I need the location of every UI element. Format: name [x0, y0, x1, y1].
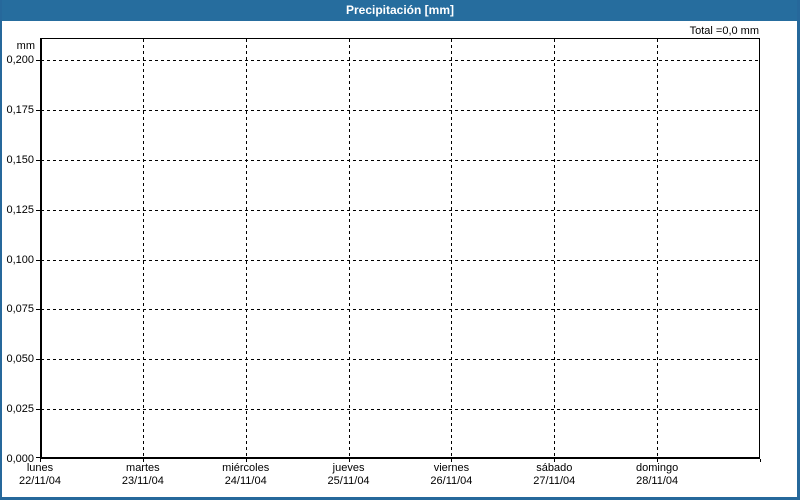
chart-window: Precipitación [mm] Total =0,0 mm mm 0,00… [0, 0, 800, 500]
x-day-label: martes [126, 462, 160, 474]
x-date-label: 24/11/04 [224, 475, 267, 487]
chart-title-bar: Precipitación [mm] [2, 0, 797, 21]
x-day-label: lunes [26, 462, 54, 474]
y-axis-unit-label: mm [16, 40, 35, 52]
x-date-label: 23/11/04 [121, 475, 164, 487]
x-day-label: miércoles [222, 462, 270, 474]
x-axis-tick [657, 459, 659, 462]
x-day-label: jueves [332, 462, 365, 474]
x-axis-tick [142, 459, 144, 462]
x-date-label: 28/11/04 [636, 475, 679, 487]
x-axis-tick [245, 459, 247, 462]
y-tick-label: 0,100 [6, 253, 34, 266]
y-tick-label: 0,125 [6, 203, 34, 216]
x-date-label: 22/11/04 [18, 475, 61, 487]
y-tick-label: 0,025 [6, 403, 34, 416]
x-axis-tick [451, 459, 453, 462]
x-date-label: 27/11/04 [533, 475, 576, 487]
x-date-label: 25/11/04 [327, 475, 370, 487]
x-axis-tick [554, 459, 556, 462]
y-tick-label: 0,000 [6, 453, 34, 465]
x-day-label: domingo [636, 462, 679, 474]
x-date-label: 26/11/04 [430, 475, 473, 487]
x-day-label: sábado [536, 462, 573, 474]
chart-title: Precipitación [mm] [345, 3, 455, 17]
x-axis-tick [760, 459, 761, 462]
plot-area [40, 38, 760, 459]
y-tick-label: 0,075 [6, 303, 34, 316]
x-day-label: viernes [433, 462, 470, 474]
y-tick-label: 0,200 [6, 54, 34, 66]
x-axis-tick [348, 459, 350, 462]
total-annotation: Total =0,0 mm [689, 25, 759, 37]
y-tick-label: 0,175 [6, 103, 34, 116]
x-axis-tick [40, 459, 41, 462]
y-tick-label: 0,150 [6, 153, 34, 166]
y-tick-label: 0,050 [6, 353, 34, 366]
